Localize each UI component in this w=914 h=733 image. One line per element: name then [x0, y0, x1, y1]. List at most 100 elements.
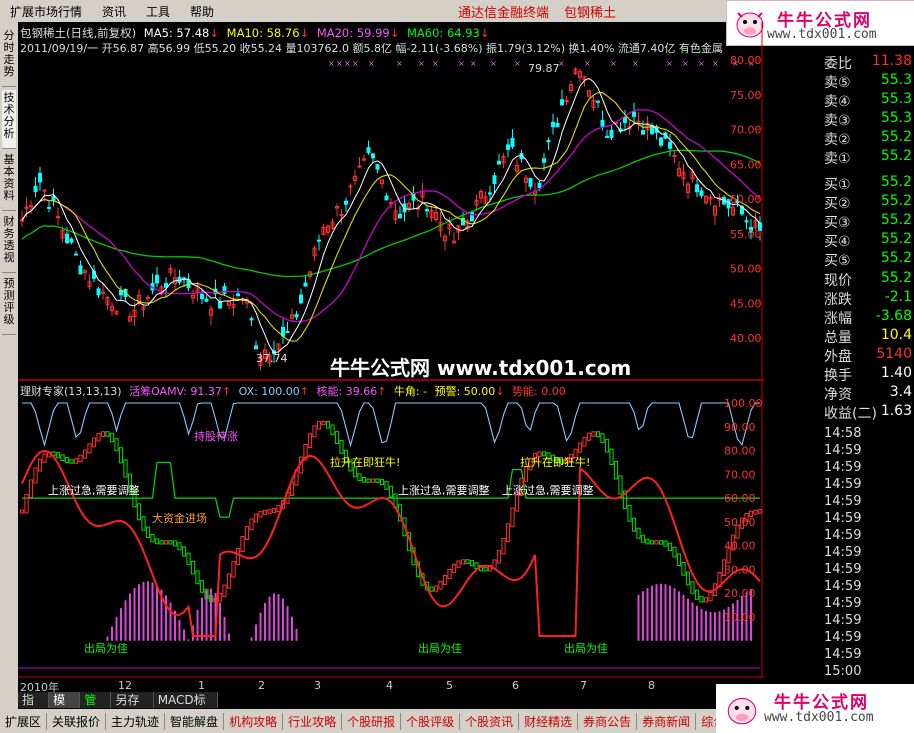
indicator-candle [613, 461, 619, 480]
status-tab[interactable]: 个股研报 [342, 712, 402, 730]
candle-body [200, 293, 204, 300]
stat-value: 1.63 [880, 403, 912, 419]
indicator-tick: 50.00 [724, 516, 756, 529]
indicator-candle [321, 420, 326, 426]
candle-body [528, 178, 533, 187]
tab-financials[interactable]: 财务透视 [2, 214, 16, 273]
tab-manage[interactable]: 管理 [80, 692, 112, 723]
logo-url[interactable]: www.tdx001.com [767, 27, 877, 42]
indicator-candle [82, 449, 88, 459]
candle-body [317, 239, 321, 242]
status-tab[interactable]: 个股资讯 [460, 712, 520, 730]
candle-body [146, 296, 150, 299]
ask-row: 卖② 55.2 [822, 129, 912, 148]
indicator-candle [375, 478, 380, 483]
annotation-rally-2: 拉升在即狂牛! [520, 455, 590, 469]
tick-row: 15:00 [822, 664, 912, 683]
indicator-candle [366, 478, 371, 483]
tick-time: 14:59 [824, 443, 862, 458]
indicator-candle [361, 477, 367, 483]
status-tab[interactable]: 主力轨迹 [106, 712, 166, 730]
indicator-candle [28, 479, 34, 498]
tab-fundamentals[interactable]: 基本资料 [2, 152, 16, 211]
indicator-candle [357, 473, 362, 482]
tab-ratings[interactable]: 预测评级 [2, 276, 16, 335]
tab-save-as[interactable]: 另存为 [111, 692, 154, 723]
stat-label: 收益(二) [824, 406, 877, 422]
status-tab[interactable]: 扩展区 [0, 712, 48, 730]
indicator-candle [64, 457, 70, 464]
candle-body [348, 185, 353, 188]
menu-item-news[interactable]: 资讯 [92, 3, 136, 20]
annotation-exit-2: 出局为佳 [418, 641, 462, 655]
indicator-tick: 40.00 [724, 540, 756, 553]
status-tab[interactable]: 财经精选 [519, 712, 579, 730]
app-title: 通达信金融终端 [458, 5, 550, 21]
status-tab[interactable]: 券商公告 [578, 712, 638, 730]
menu-item-extended-market[interactable]: 扩展市场行情 [0, 3, 92, 20]
status-tab[interactable]: 个股评级 [401, 712, 461, 730]
stat-row: 换手 1.40 [822, 365, 912, 384]
candle-body [537, 182, 542, 189]
ask-label: 卖③ [824, 113, 851, 129]
indicator-candle [609, 448, 614, 466]
weibi-row: 委比 11.38 [824, 53, 912, 72]
signal-marker: × [584, 59, 591, 68]
status-tab[interactable]: 智能解盘 [165, 712, 225, 730]
tab-intraday[interactable]: 分时走势 [2, 28, 16, 87]
indicator-candle [168, 540, 173, 545]
indicator-candle [483, 567, 488, 572]
tick-time: 14:59 [824, 511, 862, 526]
indicator-candle [258, 510, 263, 518]
indicator-candle [447, 568, 452, 579]
indicator-candle [154, 538, 160, 545]
indicator-candle [663, 540, 668, 547]
indicator-candle [240, 535, 245, 552]
stat-value: 55.2 [880, 270, 912, 286]
status-tab[interactable]: 行业攻略 [283, 712, 343, 730]
indicator-candle [177, 542, 182, 551]
status-tab[interactable]: 关联报价 [47, 712, 107, 730]
status-tab[interactable]: 券商新闻 [637, 712, 697, 730]
candle-body [303, 282, 308, 287]
price-axis: 80.0075.0070.0065.0060.0055.0050.0045.00… [730, 54, 762, 345]
indicator-candle [681, 561, 686, 576]
indicator-candle [159, 540, 164, 545]
menu-item-help[interactable]: 帮助 [180, 3, 224, 20]
indicator-candle [352, 467, 358, 478]
ask-label: 卖④ [824, 94, 851, 110]
time-tick: 1 [198, 679, 205, 692]
tab-template[interactable]: 模板 [49, 692, 81, 723]
indicator-candle [442, 574, 448, 585]
indicator-tick: 30.00 [724, 563, 756, 576]
tab-technical[interactable]: 技术分析 [2, 90, 16, 149]
alert-value: 预警: 50.00 [434, 385, 496, 398]
menu-item-tools[interactable]: 工具 [136, 3, 180, 20]
indicator-candle [150, 534, 155, 543]
ask-label: 卖① [824, 151, 851, 167]
tab-indicator[interactable]: 指标 [18, 692, 50, 723]
status-tab[interactable]: 机构攻略 [224, 712, 284, 730]
candle-body [74, 253, 78, 256]
quote-panel: 委比 11.38 卖⑤ 55.3 卖④ 55.3 卖③ 55.3 卖② 55.2 卖① 55.2 买… [820, 50, 914, 679]
logo-url[interactable]: www.tdx001.com [764, 710, 874, 725]
stat-row: 净资 3.4 [822, 384, 912, 403]
signal-marker: × [712, 59, 719, 68]
indicator-header: 理财专家(13,13,13) 活筹OAMV: 91.37↑ OX: 100.00… [20, 385, 566, 398]
indicator-candle [694, 589, 700, 600]
candle-body [492, 175, 497, 185]
indicator-candle [640, 534, 646, 543]
annotation-exit-1: 出局为佳 [84, 641, 128, 655]
indicator-candle [676, 553, 682, 566]
ask-value: 55.2 [880, 129, 912, 145]
indicator-candle [325, 420, 331, 429]
indicator-candle [469, 560, 475, 567]
signal-marker: × [698, 59, 705, 68]
candle-body [699, 190, 704, 196]
indicator-candle [649, 540, 655, 545]
candle-body [744, 220, 749, 223]
stock-chart[interactable]: × × × × × × × × × × × × × × × × × × × × × × 79.87 37.74 持股待涨 … [18, 22, 764, 678]
candle-body [695, 184, 699, 193]
tick-time: 14:59 [824, 562, 862, 577]
tab-macd[interactable]: MACD标准 [153, 692, 219, 723]
